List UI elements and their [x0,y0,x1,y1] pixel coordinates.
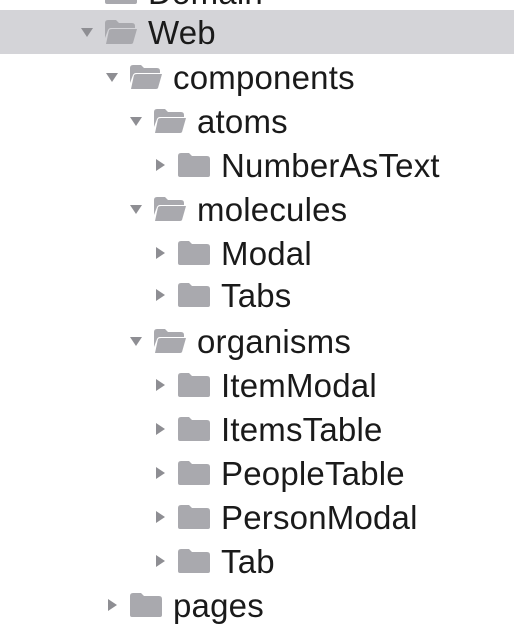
folder-icon [104,0,138,5]
tree-item-label: Modal [221,234,312,272]
chevron-right-icon[interactable] [153,510,167,524]
tree-item-web[interactable]: Web [0,10,514,54]
tree-item-label: PeopleTable [221,454,405,492]
folder-icon [177,460,211,486]
folder-tree: Domain Web components atoms [0,0,514,628]
folder-icon [177,372,211,398]
tree-item-label: PersonModal [221,498,418,536]
tree-item-label: atoms [197,102,288,140]
tree-item-tab[interactable]: Tab [0,539,514,583]
folder-icon [177,504,211,530]
chevron-right-icon[interactable] [153,288,167,302]
folder-icon [177,240,211,266]
folder-icon [177,548,211,574]
tree-item-label: NumberAsText [221,146,440,184]
tree-item-label: organisms [197,322,352,360]
chevron-down-icon[interactable] [129,202,143,216]
tree-item-label: ItemModal [221,366,377,404]
tree-item-label: molecules [197,190,348,228]
tree-item-label: Tabs [221,276,292,314]
folder-icon [177,416,211,442]
chevron-right-icon[interactable] [153,466,167,480]
chevron-right-icon[interactable] [153,378,167,392]
tree-item-numberastext[interactable]: NumberAsText [0,143,514,187]
tree-item-components[interactable]: components [0,55,514,99]
folder-open-icon [153,108,187,134]
chevron-right-icon[interactable] [153,158,167,172]
tree-item-itemstable[interactable]: ItemsTable [0,407,514,451]
tree-item-label: Web [148,13,216,51]
chevron-right-icon[interactable] [153,246,167,260]
tree-item-organisms[interactable]: organisms [0,319,514,363]
folder-open-icon [153,196,187,222]
tree-item-label: ItemsTable [221,410,383,448]
folder-open-icon [153,328,187,354]
tree-item-modal[interactable]: Modal [0,231,514,275]
folder-icon [177,282,211,308]
chevron-right-icon[interactable] [153,554,167,568]
tree-item-tabs[interactable]: Tabs [0,273,514,317]
folder-icon [177,152,211,178]
tree-item-label: Domain [148,0,263,9]
tree-item-pages[interactable]: pages [0,583,514,627]
chevron-right-icon[interactable] [153,422,167,436]
chevron-down-icon[interactable] [105,70,119,84]
folder-open-icon [129,64,163,90]
tree-item-itemmodal[interactable]: ItemModal [0,363,514,407]
tree-item-label: components [173,58,355,96]
folder-open-icon [104,19,138,45]
tree-item-atoms[interactable]: atoms [0,99,514,143]
tree-item-label: Tab [221,542,275,580]
chevron-down-icon[interactable] [129,114,143,128]
chevron-down-icon[interactable] [129,334,143,348]
folder-icon [129,592,163,618]
tree-item-molecules[interactable]: molecules [0,187,514,231]
chevron-down-icon[interactable] [80,25,94,39]
tree-item-label: pages [173,586,264,624]
tree-item-personmodal[interactable]: PersonModal [0,495,514,539]
chevron-right-icon[interactable] [105,598,119,612]
tree-item-peopletable[interactable]: PeopleTable [0,451,514,495]
